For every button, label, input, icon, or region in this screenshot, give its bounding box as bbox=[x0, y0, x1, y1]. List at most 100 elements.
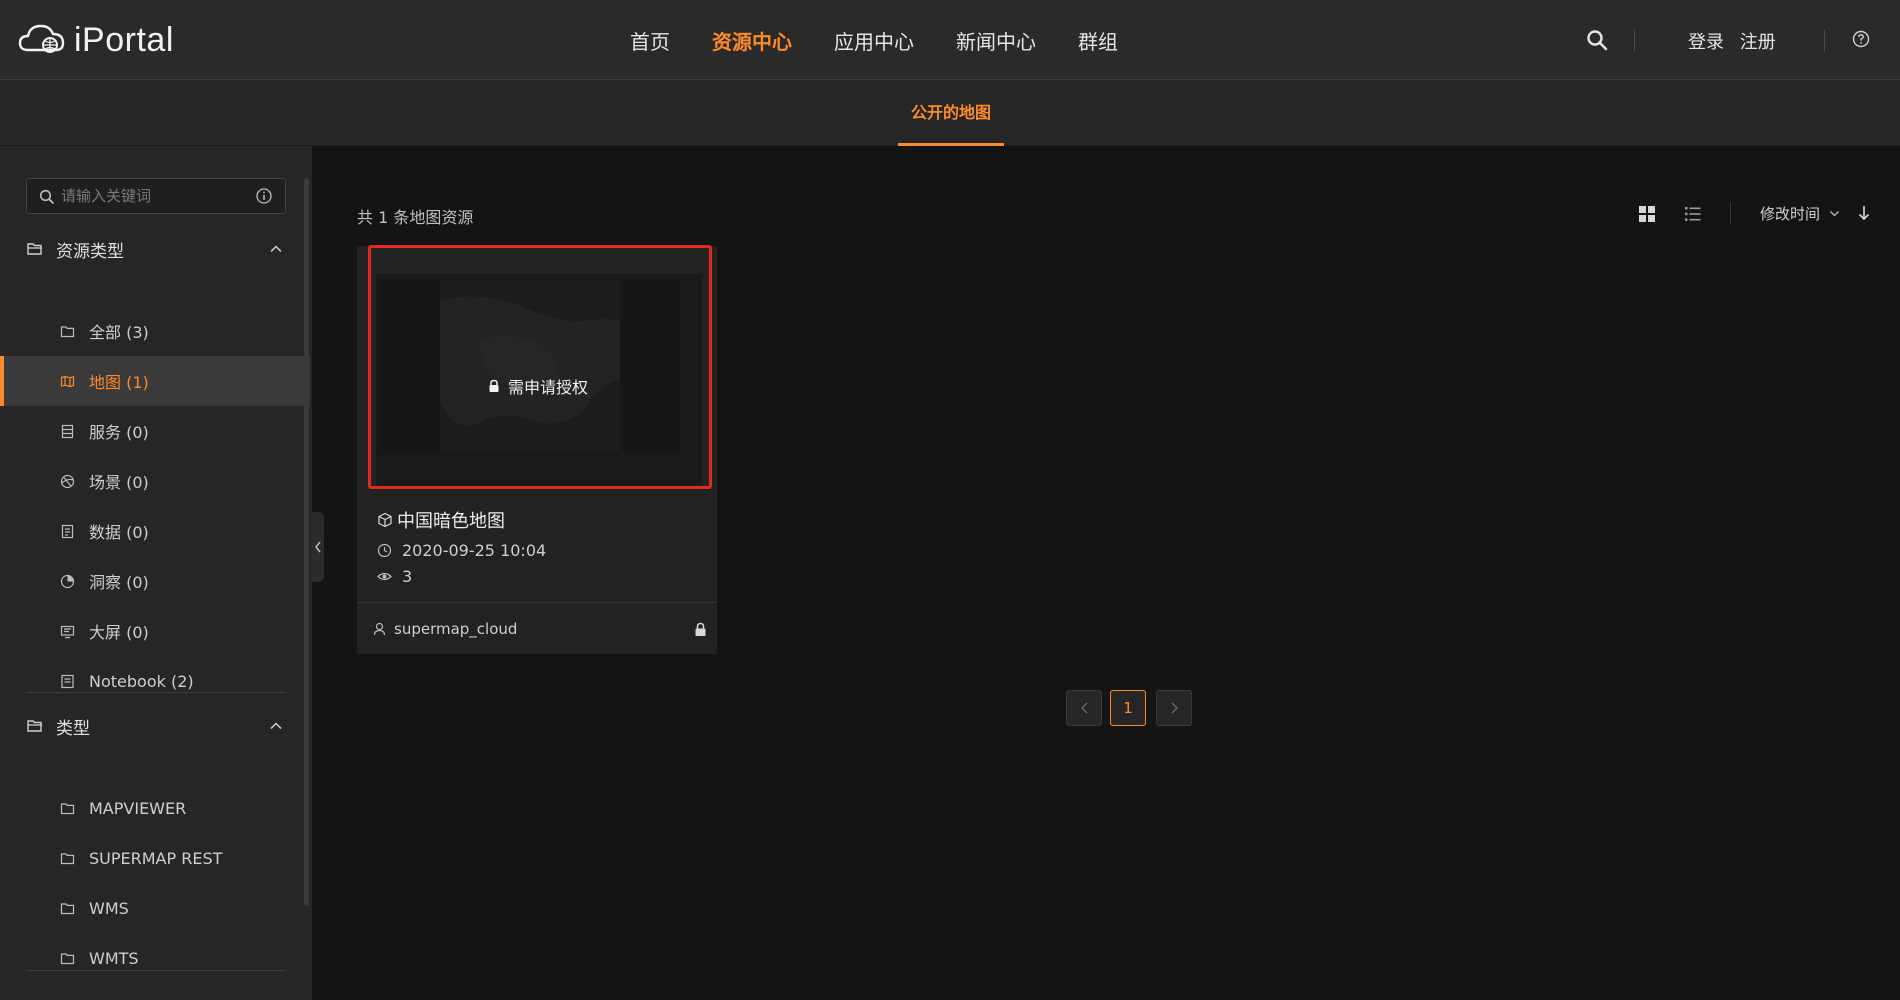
highlight-box bbox=[368, 245, 712, 489]
card-title[interactable]: 中国暗色地图 bbox=[377, 507, 505, 533]
sidebar-item-dashboard[interactable]: 大屏 (0) bbox=[0, 606, 310, 656]
list-view-icon[interactable] bbox=[1683, 204, 1703, 224]
search-icon bbox=[39, 189, 55, 205]
divider bbox=[26, 970, 286, 971]
sidebar-item-data[interactable]: 数据 (0) bbox=[0, 506, 310, 556]
tab-public-maps[interactable]: 公开的地图 bbox=[898, 80, 1004, 146]
sidebar-item-mapviewer[interactable]: MAPVIEWER bbox=[0, 783, 310, 833]
divider bbox=[1730, 202, 1731, 224]
sidebar-item-label: 数据 (0) bbox=[89, 523, 149, 542]
authorization-required-label: 需申请授权 bbox=[488, 374, 588, 398]
sidebar-item-label: MAPVIEWER bbox=[89, 798, 187, 818]
sidebar-item-label: 场景 (0) bbox=[89, 473, 149, 492]
next-page-button[interactable] bbox=[1156, 690, 1192, 726]
group-type[interactable]: 类型 bbox=[26, 711, 286, 741]
result-count: 共 1 条地图资源 bbox=[357, 208, 474, 227]
card-owner-text: supermap_cloud bbox=[394, 620, 518, 638]
divider bbox=[26, 692, 286, 693]
grid-view-icon[interactable] bbox=[1637, 204, 1657, 224]
chevron-right-icon bbox=[1171, 702, 1178, 714]
sidebar-item-all[interactable]: 全部 (3) bbox=[0, 306, 310, 356]
card-modified: 2020-09-25 10:04 bbox=[377, 541, 546, 560]
sidebar-item-label: 大屏 (0) bbox=[89, 623, 149, 642]
nav-news-center[interactable]: 新闻中心 bbox=[956, 26, 1036, 55]
nav-home[interactable]: 首页 bbox=[630, 26, 670, 55]
chevron-down-icon[interactable] bbox=[1828, 207, 1841, 220]
app-name: iPortal bbox=[74, 20, 174, 59]
data-icon bbox=[61, 524, 74, 538]
lock-icon bbox=[695, 622, 706, 636]
sidebar-item-label: WMS bbox=[89, 898, 129, 918]
cube-icon bbox=[378, 512, 392, 528]
sidebar-item-label: 全部 (3) bbox=[89, 323, 149, 342]
sidebar-item-map[interactable]: 地图 (1) bbox=[0, 356, 310, 406]
sidebar-item-label: 地图 (1) bbox=[89, 373, 149, 392]
sub-nav: 公开的地图 bbox=[0, 80, 1900, 146]
page-number-button[interactable]: 1 bbox=[1110, 690, 1146, 726]
divider bbox=[357, 602, 717, 603]
chevron-up-icon[interactable] bbox=[268, 241, 284, 257]
lock-icon bbox=[489, 379, 499, 392]
eye-icon bbox=[377, 572, 392, 581]
folder-icon bbox=[60, 952, 75, 964]
clock-icon bbox=[377, 543, 392, 558]
divider bbox=[1634, 30, 1635, 52]
sort-descending-icon[interactable] bbox=[1856, 203, 1872, 223]
chevron-up-icon[interactable] bbox=[268, 718, 284, 734]
group-label: 资源类型 bbox=[56, 241, 124, 262]
auth-links: 登录 注册 bbox=[1688, 28, 1786, 54]
nav-app-center[interactable]: 应用中心 bbox=[834, 26, 914, 55]
folder-open-icon bbox=[27, 720, 42, 732]
prev-page-button[interactable] bbox=[1066, 690, 1102, 726]
top-bar: iPortal 首页 资源中心 应用中心 新闻中心 群组 登录 注册 bbox=[0, 0, 1900, 80]
nav-resource-center[interactable]: 资源中心 bbox=[712, 26, 792, 55]
sidebar-item-label: WMTS bbox=[89, 948, 139, 968]
login-link[interactable]: 登录 bbox=[1688, 32, 1724, 53]
folder-icon bbox=[60, 325, 75, 337]
search-input[interactable] bbox=[61, 179, 251, 213]
folder-icon bbox=[60, 802, 75, 814]
sidebar-item-wmts[interactable]: WMTS bbox=[0, 933, 310, 983]
main-nav: 首页 资源中心 应用中心 新闻中心 群组 bbox=[630, 0, 1160, 80]
card-modified-text: 2020-09-25 10:04 bbox=[402, 541, 547, 560]
chevron-left-icon bbox=[1081, 702, 1088, 714]
divider bbox=[1824, 30, 1825, 52]
sidebar-item-label: Notebook (2) bbox=[89, 671, 194, 691]
lock-label-text: 需申请授权 bbox=[508, 378, 589, 397]
nav-groups[interactable]: 群组 bbox=[1078, 26, 1118, 55]
sidebar-item-notebook[interactable]: Notebook (2) bbox=[0, 656, 310, 706]
dashboard-icon bbox=[60, 625, 75, 638]
sidebar-item-scene[interactable]: 场景 (0) bbox=[0, 456, 310, 506]
folder-open-icon bbox=[27, 243, 42, 255]
folder-icon bbox=[60, 852, 75, 864]
notebook-icon bbox=[61, 674, 74, 688]
server-icon bbox=[61, 424, 74, 438]
cloud-logo-icon bbox=[18, 24, 65, 53]
sidebar-item-service[interactable]: 服务 (0) bbox=[0, 406, 310, 456]
scene-icon bbox=[60, 474, 75, 488]
info-icon[interactable] bbox=[255, 187, 273, 205]
map-icon bbox=[60, 375, 75, 387]
sidebar-item-label: SUPERMAP REST bbox=[89, 848, 223, 868]
search-field bbox=[26, 178, 286, 214]
card-views: 3 bbox=[377, 567, 412, 586]
card-owner[interactable]: supermap_cloud bbox=[373, 620, 517, 638]
sidebar-item-supermap-rest[interactable]: SUPERMAP REST bbox=[0, 833, 310, 883]
user-icon bbox=[373, 622, 386, 636]
help-icon[interactable] bbox=[1852, 30, 1870, 48]
app-logo[interactable]: iPortal bbox=[16, 20, 174, 60]
register-link[interactable]: 注册 bbox=[1740, 32, 1776, 53]
group-resource-type[interactable]: 资源类型 bbox=[26, 234, 286, 264]
sidebar-item-wms[interactable]: WMS bbox=[0, 883, 310, 933]
card-views-text: 3 bbox=[402, 567, 413, 586]
folder-icon bbox=[60, 902, 75, 914]
group-label: 类型 bbox=[56, 718, 90, 739]
search-icon[interactable] bbox=[1585, 28, 1609, 52]
card-title-text: 中国暗色地图 bbox=[397, 511, 505, 532]
sort-dropdown[interactable]: 修改时间 bbox=[1760, 203, 1820, 224]
sidebar: 资源类型 全部 (3) 地图 (1) 服务 (0) 场景 (0) 数据 (0) … bbox=[0, 146, 312, 1000]
sidebar-scrollbar[interactable] bbox=[304, 178, 309, 906]
sidebar-item-insight[interactable]: 洞察 (0) bbox=[0, 556, 310, 606]
sidebar-item-label: 洞察 (0) bbox=[89, 573, 149, 592]
insight-icon bbox=[60, 574, 75, 588]
